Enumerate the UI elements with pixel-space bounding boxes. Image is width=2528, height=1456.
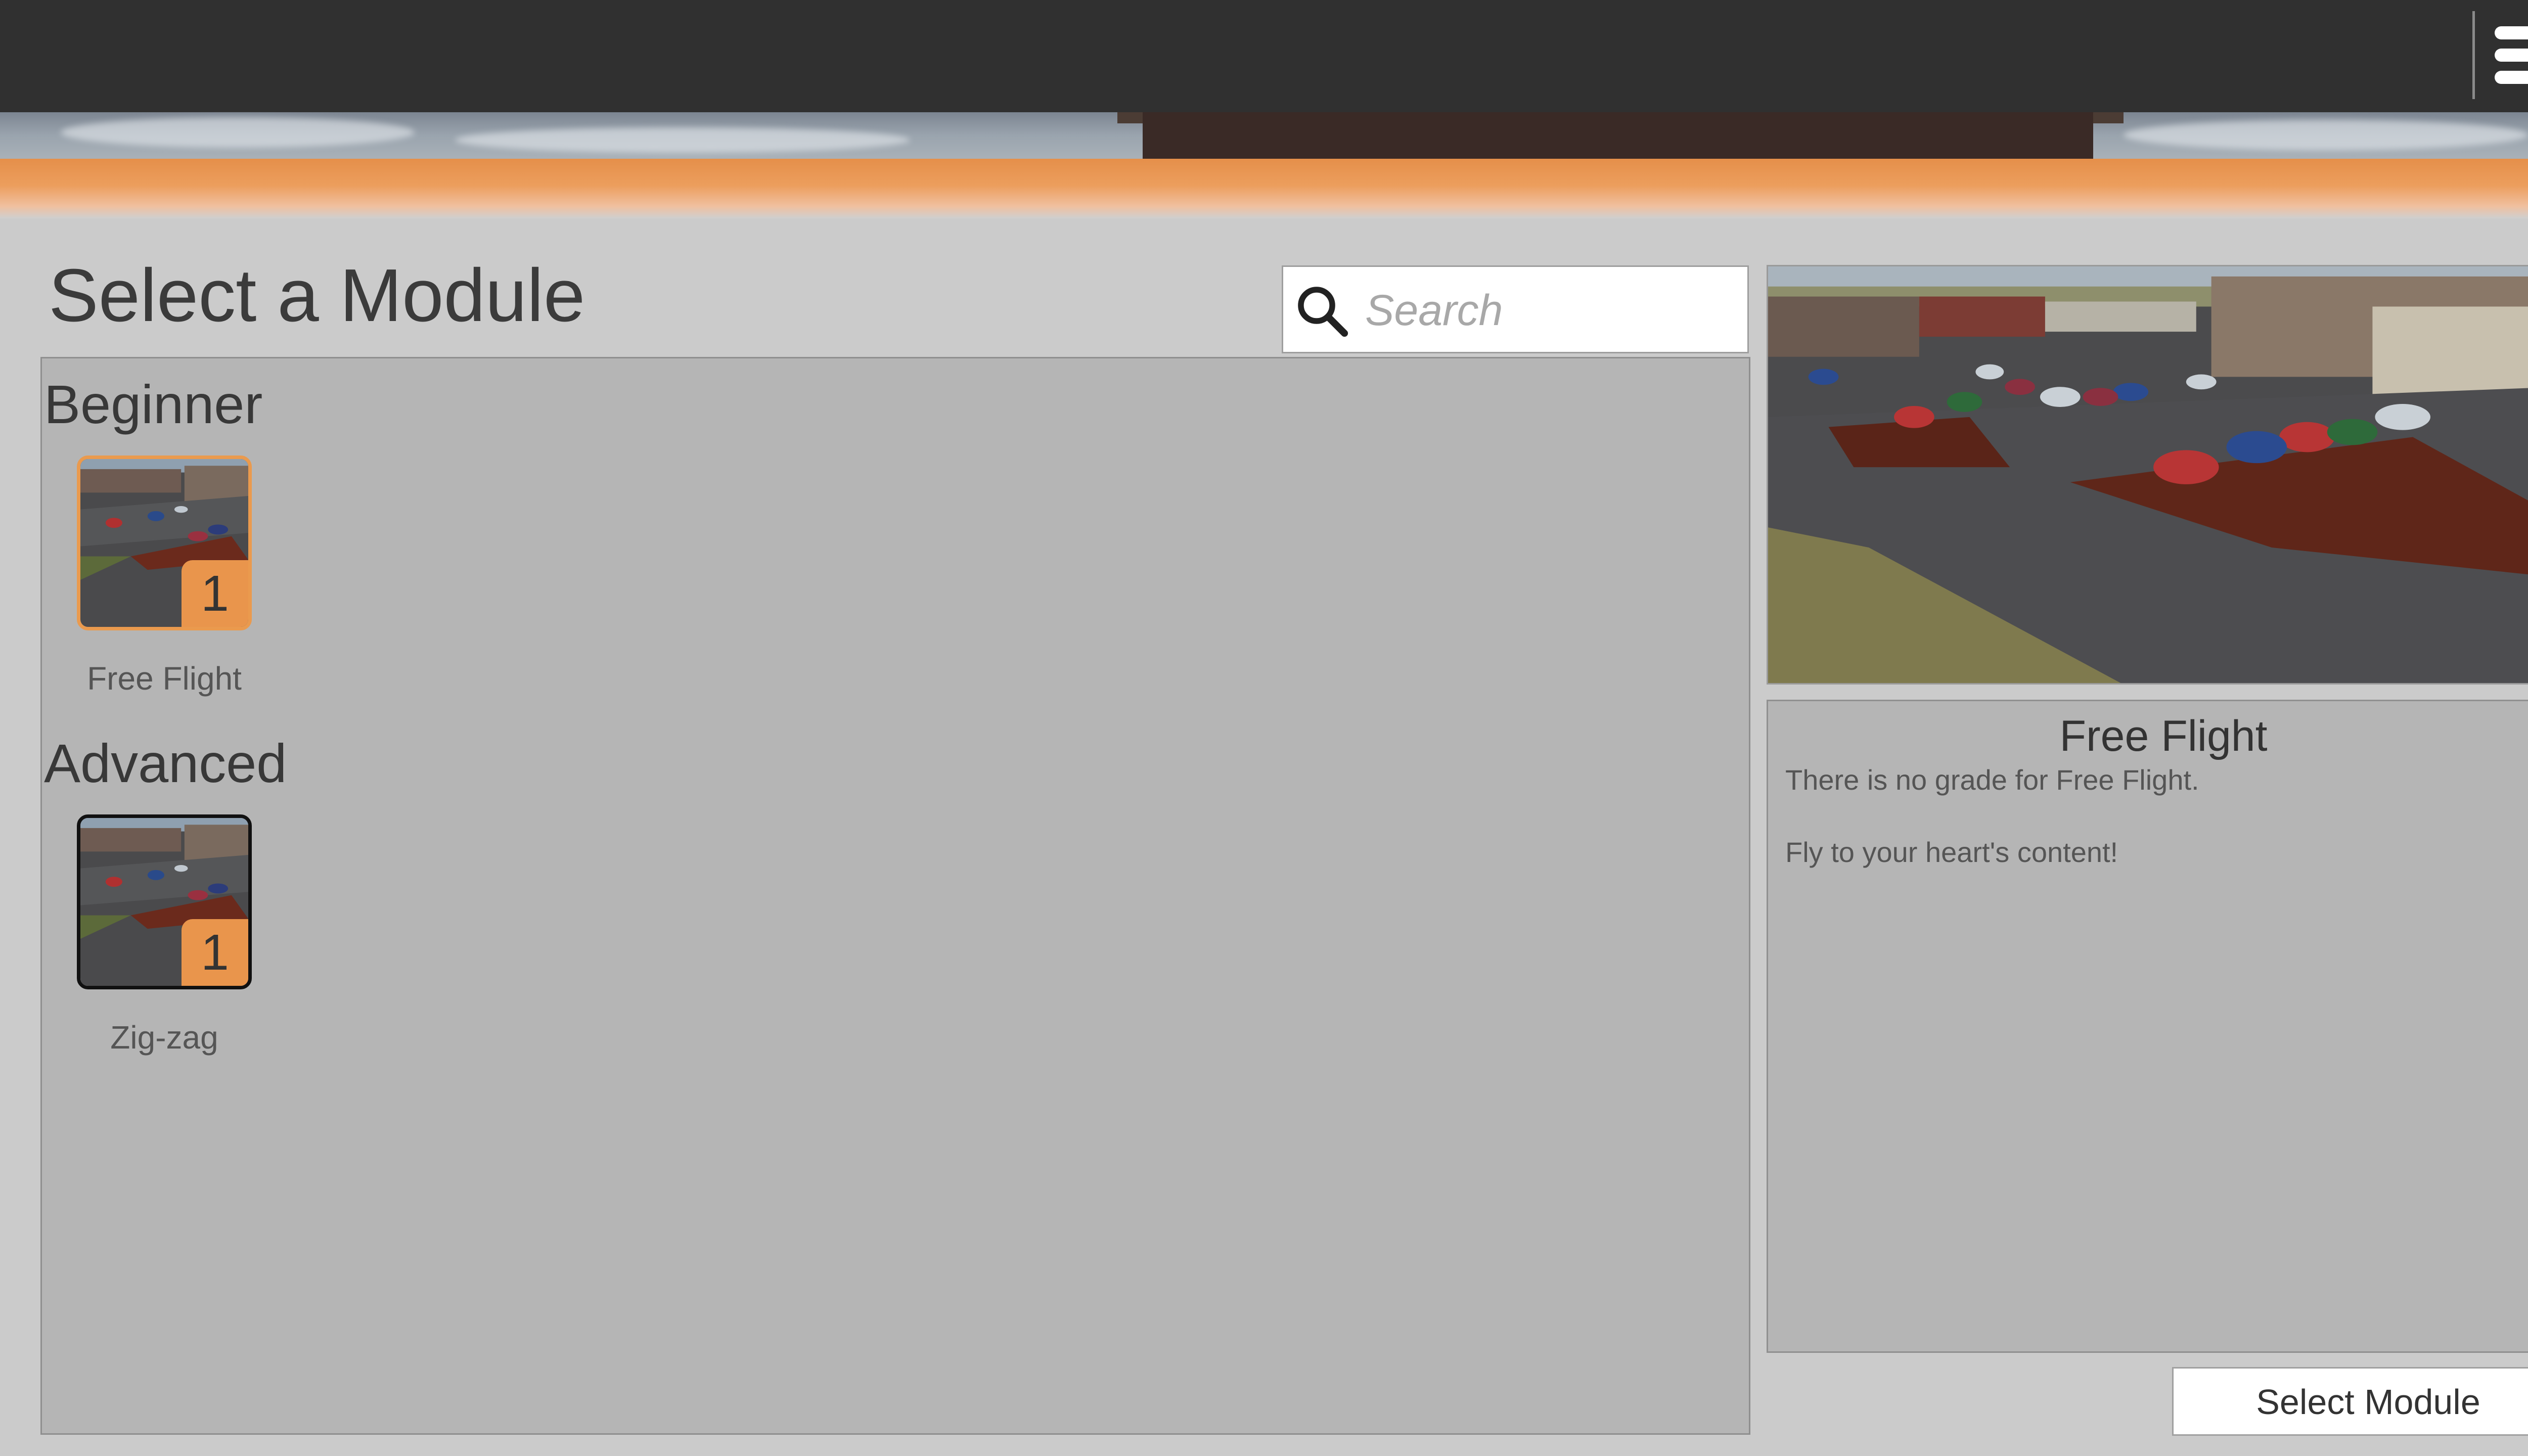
- details-title: Free Flight: [2059, 712, 2268, 760]
- section-title-beginner: Beginner: [44, 374, 263, 435]
- module-badge: 1: [182, 560, 248, 627]
- select-module-button[interactable]: Select Module: [2172, 1367, 2528, 1436]
- menu-divider: [2472, 11, 2475, 99]
- module-label-zig-zag: Zig-zag: [110, 1019, 218, 1056]
- search-input[interactable]: [1364, 282, 1740, 339]
- module-details-panel: Free Flight There is no grade for Free F…: [1767, 700, 2528, 1353]
- module-list-panel: Beginner 1 Free Flight Advanced 1 Zig-za…: [40, 357, 1750, 1435]
- module-preview-image: [1767, 265, 2528, 685]
- page-title: Select a Module: [49, 254, 585, 337]
- section-title-advanced: Advanced: [44, 733, 287, 794]
- hamburger-menu-icon[interactable]: [2493, 20, 2528, 91]
- details-description: There is no grade for Free Flight.: [1785, 764, 2199, 796]
- module-badge: 1: [182, 919, 248, 986]
- top-bar: [0, 0, 2528, 112]
- module-tile-zig-zag[interactable]: 1: [77, 814, 252, 989]
- search-box[interactable]: [1282, 265, 1749, 353]
- module-tile-free-flight[interactable]: 1: [77, 456, 252, 630]
- module-label-free-flight: Free Flight: [87, 660, 242, 697]
- details-description-secondary: Fly to your heart's content!: [1785, 836, 2118, 868]
- search-icon: [1298, 287, 1348, 337]
- scene-banner: [0, 112, 2528, 159]
- accent-band: [0, 159, 2528, 218]
